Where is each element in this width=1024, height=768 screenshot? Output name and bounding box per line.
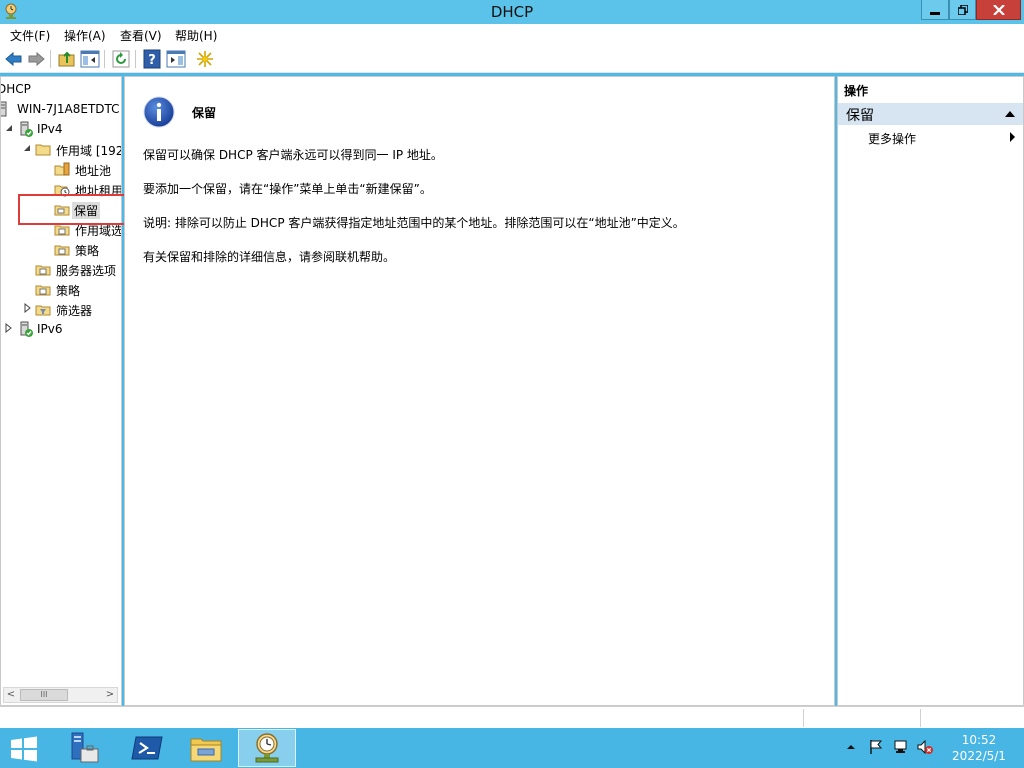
status-divider (920, 709, 921, 727)
collapse-arrow-icon[interactable] (23, 143, 32, 153)
actions-pane: 操作 保留 更多操作 (837, 76, 1024, 706)
tree-node-scope[interactable]: 作用域 [192 (1, 140, 122, 158)
tree-node-ipv6[interactable]: IPv6 (1, 320, 121, 338)
tree-label: DHCP (0, 82, 31, 96)
show-hidden-icons-icon[interactable] (846, 739, 856, 755)
filters-icon (35, 305, 51, 316)
scrollbar-thumb[interactable]: III (20, 689, 68, 701)
new-item-star-icon[interactable] (195, 49, 215, 69)
toolbar-separator (50, 50, 51, 68)
actions-header: 操作 (844, 84, 869, 98)
close-icon (992, 4, 1005, 15)
help-icon[interactable]: ? (142, 49, 162, 69)
minimize-button[interactable] (921, 0, 949, 20)
tree-label: 筛选器 (56, 304, 93, 318)
content-paragraph: 保留可以确保 DHCP 客户端永远可以得到同一 IP 地址。 (143, 148, 443, 162)
expand-arrow-icon[interactable] (23, 303, 32, 313)
show-hide-tree-icon[interactable] (80, 49, 100, 69)
clock-time: 10:52 (961, 733, 997, 747)
tree-node-address-pool[interactable]: 地址池 (1, 160, 121, 178)
server-icon (1, 101, 7, 117)
window-title: DHCP (490, 3, 534, 21)
tree-node-policies[interactable]: 策略 (1, 280, 121, 298)
svg-text:?: ? (148, 53, 156, 68)
menu-help[interactable]: 帮助(H) (175, 27, 217, 44)
scroll-right-arrow-icon[interactable]: > (103, 688, 117, 702)
expand-arrow-icon[interactable] (4, 323, 13, 333)
dhcp-taskbar-icon (255, 733, 279, 763)
action-center-flag-icon[interactable] (868, 739, 884, 755)
tree-label: 地址池 (75, 164, 112, 178)
ipv4-server-icon (20, 121, 33, 137)
show-hide-action-pane-icon[interactable] (166, 49, 186, 69)
tree-node-server-options[interactable]: 服务器选项 (1, 260, 121, 278)
tree-node-ipv4[interactable]: IPv4 (1, 120, 121, 138)
address-pool-icon (54, 162, 70, 176)
server-manager-icon (71, 732, 99, 763)
info-icon (143, 96, 175, 128)
tree-label: IPv6 (37, 322, 63, 336)
collapse-section-icon[interactable] (1005, 111, 1015, 117)
scroll-left-arrow-icon[interactable]: < (4, 688, 18, 702)
folder-open-icon (35, 144, 51, 156)
network-icon[interactable] (893, 739, 909, 755)
server-options-icon (35, 265, 51, 276)
content-paragraph: 说明: 排除可以防止 DHCP 客户端获得指定地址范围中的某个地址。排除范围可以… (143, 216, 685, 230)
menu-view[interactable]: 查看(V) (120, 27, 162, 44)
status-divider (803, 709, 804, 727)
powershell-icon (131, 736, 163, 760)
title-bar: DHCP (0, 0, 1024, 24)
tree-label: 服务器选项 (56, 264, 117, 278)
ipv6-server-icon (20, 321, 33, 337)
tree-node-dhcp[interactable]: DHCP (0, 80, 121, 98)
tree-label: 作用域 [192 (56, 144, 122, 158)
menu-file[interactable]: 文件(F) (10, 27, 50, 44)
up-folder-icon[interactable] (57, 49, 77, 69)
menu-action[interactable]: 操作(A) (64, 27, 106, 44)
forward-arrow-icon[interactable] (26, 49, 46, 69)
toolbar: ? (0, 46, 1024, 73)
console-tree-pane[interactable]: DHCP WIN-7J1A8ETDTC IPv4 作用域 [192 地址池 地址… (0, 76, 122, 706)
menu-bar: 文件(F) 操作(A) 查看(V) 帮助(H) (0, 24, 1024, 46)
close-button[interactable] (976, 0, 1021, 20)
tree-horizontal-scrollbar[interactable]: < III > (3, 687, 118, 703)
policies-folder-icon (35, 285, 51, 296)
refresh-icon[interactable] (111, 49, 131, 69)
taskbar-server-manager[interactable] (55, 729, 113, 767)
tree-label: IPv4 (37, 122, 63, 136)
tree-label: WIN-7J1A8ETDTC (17, 102, 120, 116)
tree-label: 策略 (75, 244, 100, 258)
submenu-arrow-icon (1010, 132, 1015, 142)
taskbar-dhcp[interactable] (238, 729, 296, 767)
file-explorer-icon (190, 738, 222, 762)
tree-label: 策略 (56, 284, 81, 298)
tree-node-filters[interactable]: 筛选器 (1, 300, 121, 318)
clock-date: 2022/5/1 (952, 749, 1006, 763)
toolbar-separator (135, 50, 136, 68)
taskbar: 10:52 2022/5/1 (0, 728, 1024, 768)
collapse-arrow-icon[interactable] (5, 123, 14, 133)
windows-start-icon[interactable] (10, 736, 38, 762)
tree-node-server[interactable]: WIN-7J1A8ETDTC (1, 100, 121, 118)
actions-section-reservations[interactable]: 保留 (838, 103, 1023, 125)
more-actions-link[interactable]: 更多操作 (868, 130, 916, 147)
minimize-icon (930, 11, 940, 15)
content-heading: 保留 (192, 106, 217, 120)
back-arrow-icon[interactable] (4, 49, 24, 69)
taskbar-file-explorer[interactable] (177, 729, 235, 767)
tree-node-scope-policies[interactable]: 策略 (1, 240, 121, 258)
system-clock[interactable]: 10:52 2022/5/1 (946, 732, 1012, 764)
volume-muted-icon[interactable] (917, 739, 933, 755)
content-paragraph: 有关保留和排除的详细信息，请参阅联机帮助。 (143, 250, 396, 264)
results-pane: 保留 保留可以确保 DHCP 客户端永远可以得到同一 IP 地址。 要添加一个保… (124, 76, 835, 706)
restore-button[interactable] (949, 0, 976, 20)
taskbar-powershell[interactable] (118, 729, 176, 767)
content-paragraph: 要添加一个保留，请在“操作”菜单上单击“新建保留”。 (143, 182, 432, 196)
status-bar (0, 706, 1024, 728)
policies-folder-icon (54, 245, 70, 256)
actions-section-label: 保留 (846, 108, 874, 124)
toolbar-separator (104, 50, 105, 68)
restore-icon (957, 4, 968, 15)
